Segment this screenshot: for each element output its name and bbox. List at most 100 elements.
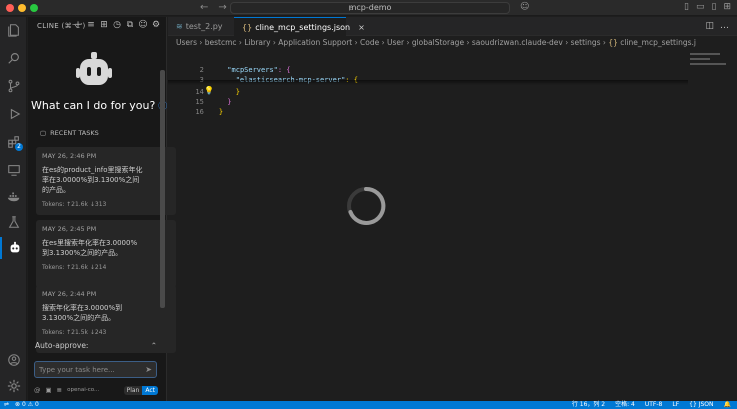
- status-left: ⇌ ⊗ 0 ⚠ 0: [4, 401, 39, 409]
- send-icon[interactable]: ➤: [145, 365, 152, 374]
- toggle-sidebar-icon[interactable]: ▯: [684, 2, 689, 12]
- tab-cline-mcp-settings[interactable]: {} cline_mcp_settings.json ×: [234, 17, 365, 36]
- python-icon: ≋: [176, 22, 183, 31]
- minimap-line: [690, 58, 710, 60]
- code-line: 2 "mcpServers": {: [168, 58, 291, 74]
- notifications-bell-icon[interactable]: 🔔: [724, 401, 731, 409]
- end-of-line[interactable]: LF: [672, 401, 679, 409]
- remote-explorer-icon[interactable]: [0, 159, 27, 181]
- copilot-icon[interactable]: ☺: [520, 2, 529, 12]
- sidebar-scrollbar[interactable]: [160, 70, 165, 308]
- search-icon: ⌕: [349, 4, 354, 13]
- task-text: 在es的product_info里搜索年化率在3.0000%到3.1300%之间…: [42, 166, 143, 194]
- lightbulb-icon[interactable]: 💡: [204, 86, 214, 95]
- indentation[interactable]: 空格: 4: [615, 401, 635, 409]
- sticky-scroll-shadow: [168, 80, 688, 85]
- tab-label: cline_mcp_settings.json: [255, 23, 351, 32]
- json-icon: {}: [242, 23, 253, 32]
- tab-test-2-py[interactable]: ≋ test_2.py: [168, 17, 234, 36]
- code-line: 16}: [168, 100, 223, 116]
- tab-label: test_2.py: [185, 22, 223, 31]
- server-icon[interactable]: ≣: [57, 386, 62, 394]
- mention-icon[interactable]: @: [34, 386, 41, 394]
- plan-act-toggle[interactable]: Plan Act: [123, 385, 158, 395]
- encoding[interactable]: UTF-8: [645, 401, 663, 409]
- loading-spinner: [347, 186, 386, 225]
- more-actions-icon[interactable]: …: [720, 21, 729, 31]
- task-input[interactable]: Type your task here... ➤: [34, 361, 157, 378]
- testing-icon[interactable]: [0, 211, 27, 233]
- act-mode-button[interactable]: Act: [142, 385, 158, 395]
- task-date: MAY 26, 2:44 PM: [42, 290, 97, 298]
- explorer-icon[interactable]: [0, 19, 27, 41]
- plan-mode-button[interactable]: Plan: [123, 385, 143, 395]
- task-date: MAY 26, 2:46 PM: [42, 152, 97, 160]
- code-line: 15 }: [168, 90, 231, 106]
- image-icon[interactable]: ▣: [46, 386, 52, 394]
- breadcrumb[interactable]: Users › bestcmc › Library › Application …: [176, 38, 696, 49]
- status-bar: ⇌ ⊗ 0 ⚠ 0 行 16，列 2 空格: 4 UTF-8 LF {} JSO…: [0, 401, 737, 409]
- maximize-window-button[interactable]: [30, 4, 38, 12]
- input-toolbar: @ ▣ ≣ openai-co... Plan Act: [34, 385, 158, 395]
- language-mode[interactable]: {} JSON: [689, 401, 713, 409]
- layout-controls: ▯ ▭ ▯ ⊞: [684, 2, 731, 12]
- sidebar-toolbar: + ≡ ⊞ ◷ ⧉ ☺ ⚙: [73, 20, 161, 30]
- language-label: JSON: [698, 401, 714, 408]
- command-center[interactable]: ⌕ mcp-demo: [230, 2, 510, 14]
- extensions-badge: 2: [15, 143, 23, 151]
- recent-tasks-header: ▢ RECENT TASKS: [40, 129, 99, 137]
- search-icon[interactable]: [0, 47, 27, 69]
- minimap[interactable]: [688, 50, 733, 90]
- task-tokens: Tokens: ↑21.6k ↓214: [42, 264, 107, 271]
- welcome-heading: What can I do for you?ⓘ: [31, 99, 167, 112]
- window-title: mcp-demo: [348, 3, 392, 12]
- warning-count: 0: [35, 401, 39, 408]
- account-icon[interactable]: [0, 349, 27, 371]
- task-text: 在es里搜索年化率在3.0000%到3.1300%之间的产品。: [42, 239, 138, 257]
- error-count: 0: [21, 401, 26, 408]
- cursor-position[interactable]: 行 16，列 2: [572, 401, 605, 409]
- recent-task-item[interactable]: MAY 26, 2:45 PM 在es里搜索年化率在3.0000%到3.1300…: [36, 220, 176, 288]
- welcome-text: What can I do for you?: [31, 99, 156, 112]
- model-selector[interactable]: openai-co...: [67, 387, 99, 393]
- settings-gear-icon[interactable]: ⚙: [151, 20, 161, 30]
- docker-icon[interactable]: [0, 185, 27, 207]
- remote-icon[interactable]: ⇌: [4, 401, 9, 409]
- close-window-button[interactable]: [6, 4, 14, 12]
- user-icon[interactable]: ☺: [138, 20, 148, 30]
- task-tokens: Tokens: ↑21.6k ↓313: [42, 201, 107, 208]
- auto-approve-toggle[interactable]: Auto-approve: ⌃: [35, 341, 157, 351]
- new-task-icon[interactable]: +: [73, 20, 83, 30]
- account-grid-icon[interactable]: ⊞: [99, 20, 109, 30]
- editor-actions: ◫ …: [705, 21, 729, 31]
- task-text: 搜索年化率在3.0000%到3.1300%之间的产品。: [42, 304, 123, 322]
- chevron-up-icon[interactable]: ⌃: [151, 341, 157, 350]
- chat-history-icon: ▢: [40, 129, 47, 137]
- minimize-window-button[interactable]: [18, 4, 26, 12]
- history-icon[interactable]: ◷: [112, 20, 122, 30]
- manage-gear-icon[interactable]: [0, 375, 27, 397]
- auto-approve-label: Auto-approve:: [35, 341, 89, 350]
- toggle-panel-icon[interactable]: ▭: [696, 2, 705, 12]
- recent-task-item[interactable]: MAY 26, 2:46 PM 在es的product_info里搜索年化率在3…: [36, 147, 176, 215]
- cline-robot-icon: [76, 52, 112, 85]
- line-number: 16: [195, 108, 204, 116]
- toggle-secondary-sidebar-icon[interactable]: ▯: [712, 2, 717, 12]
- breadcrumb-file: cline_mcp_settings.json: [620, 38, 696, 47]
- cline-icon[interactable]: [0, 237, 27, 259]
- run-debug-icon[interactable]: [0, 103, 27, 125]
- customize-layout-icon[interactable]: ⊞: [723, 2, 731, 12]
- code-line: 3 "elasticsearch-mcp-server": {: [168, 68, 358, 84]
- minimap-line: [690, 53, 720, 55]
- problems-indicator[interactable]: ⊗ 0 ⚠ 0: [15, 401, 39, 409]
- recent-tasks-label: RECENT TASKS: [50, 129, 99, 137]
- split-editor-icon[interactable]: ◫: [705, 21, 714, 31]
- task-input-placeholder: Type your task here...: [39, 366, 115, 374]
- source-control-icon[interactable]: [0, 75, 27, 97]
- popout-icon[interactable]: ⧉: [125, 20, 135, 30]
- code-rest: }: [227, 98, 232, 106]
- close-tab-icon[interactable]: ×: [358, 23, 365, 32]
- mcp-servers-icon[interactable]: ≡: [86, 20, 96, 30]
- extensions-icon[interactable]: 2: [0, 131, 27, 153]
- editor-tabs: ≋ test_2.py {} cline_mcp_settings.json × ◫ …: [168, 17, 737, 36]
